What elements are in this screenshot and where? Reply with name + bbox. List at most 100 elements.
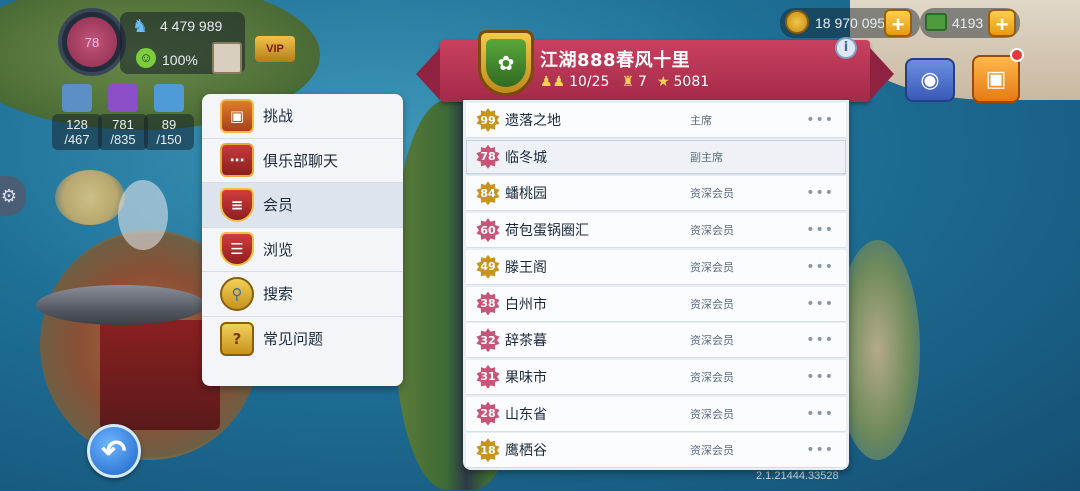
happiness-value: 100% [162, 52, 198, 68]
storage-max: /835 [110, 132, 136, 147]
more-options-icon[interactable]: ••• [806, 185, 834, 201]
rank-icon: ♜ [621, 74, 635, 90]
member-row[interactable]: 38 白州市 资深会员 ••• [466, 286, 846, 322]
members-count: 10/25 [569, 74, 610, 90]
member-name: 山东省 [505, 406, 547, 423]
add-cash-button[interactable]: + [988, 9, 1016, 37]
back-button[interactable]: ↶ [87, 424, 141, 478]
member-role: 资深会员 [690, 444, 734, 458]
member-row[interactable]: 28 山东省 资深会员 ••• [466, 396, 846, 432]
menu-item-label: 会员 [263, 196, 294, 215]
more-options-icon[interactable]: ••• [806, 369, 834, 385]
gear-icon: ⚙ [0, 186, 18, 206]
info-button[interactable]: i [835, 37, 857, 59]
menu-item-challenge[interactable]: ▣ 挑战 [202, 94, 403, 139]
vip-button[interactable]: VIP [255, 36, 295, 62]
menu-item-label: 搜索 [263, 285, 294, 304]
member-role: 资深会员 [690, 187, 734, 201]
storage-cloud[interactable]: 89/150 [144, 84, 194, 150]
member-row[interactable]: 49 滕王阁 资深会员 ••• [466, 249, 846, 285]
member-level-badge: 31 [476, 364, 500, 389]
search-icon: ⚲ [220, 276, 254, 311]
airship [36, 285, 206, 325]
browse-icon: ☰ [220, 232, 254, 267]
leaf-icon: ✿ [486, 39, 526, 87]
member-level-badge: 38 [476, 291, 500, 316]
coins-value: 18 970 095 [815, 15, 886, 31]
club-menu: ▣ 挑战 ⋯ 俱乐部聊天 ≡ 会员 ☰ 浏览 ⚲ 搜索 ? 常见问题 [202, 94, 403, 386]
more-options-icon[interactable]: ••• [806, 296, 834, 312]
notification-dot [1010, 48, 1024, 62]
level-indicator[interactable]: 78 [58, 8, 126, 76]
menu-item-browse[interactable]: ☰ 浏览 [202, 228, 403, 272]
member-row[interactable]: 84 蟠桃园 资深会员 ••• [466, 176, 846, 212]
member-row[interactable]: 31 果味市 资深会员 ••• [466, 359, 846, 395]
gamepad-icon: ◉ [920, 67, 940, 92]
member-row[interactable]: 99 遗落之地 主席 ••• [466, 103, 846, 138]
club-emblem: ✿ [478, 30, 534, 96]
coin-icon [785, 10, 809, 34]
member-level-badge: 60 [476, 218, 500, 243]
back-arrow-icon: ↶ [101, 434, 127, 468]
smoke [118, 180, 168, 250]
menu-item-faq[interactable]: ? 常见问题 [202, 317, 403, 362]
member-role: 资深会员 [690, 370, 734, 384]
storage-value: 781 [112, 117, 134, 132]
menu-item-search[interactable]: ⚲ 搜索 [202, 272, 403, 317]
cloud-storage-icon [154, 84, 184, 112]
member-level-badge: 28 [476, 401, 500, 426]
shop-bag-button[interactable]: ▣ [972, 55, 1020, 103]
cash-icon [925, 13, 947, 31]
member-row[interactable]: 60 荷包蛋锅圈汇 资深会员 ••• [466, 213, 846, 249]
more-options-icon[interactable]: ••• [806, 259, 834, 275]
gamepad-button[interactable]: ◉ [905, 58, 955, 102]
club-stats: ♟♟ 10/25 ♜ 7 ★ 5081 [540, 74, 709, 90]
storage-vault[interactable]: 781/835 [98, 84, 148, 150]
club-rank: 7 [638, 74, 647, 90]
population-value: 4 479 989 [160, 18, 223, 34]
level-badge: 78 [67, 17, 117, 67]
storage-value: 128 [66, 117, 88, 132]
points-icon: ★ [656, 74, 670, 90]
member-name: 临冬城 [505, 149, 547, 166]
member-level-badge: 84 [476, 181, 500, 206]
club-points: 5081 [673, 74, 710, 90]
member-row[interactable]: 78 临冬城 副主席 [466, 139, 846, 175]
member-name: 果味市 [505, 369, 547, 386]
member-level-badge: 32 [476, 328, 500, 353]
menu-item-label: 俱乐部聊天 [263, 151, 339, 170]
menu-item-label: 浏览 [263, 240, 294, 259]
happiness-icon: ☺ [136, 48, 156, 68]
chest-icon: ▣ [220, 98, 254, 133]
member-name: 辞茶暮 [505, 333, 547, 350]
member-role: 资深会员 [690, 334, 734, 348]
member-level-badge: 99 [476, 108, 500, 132]
member-role: 资深会员 [690, 224, 734, 238]
storage-barn[interactable]: 128/467 [52, 84, 102, 150]
storage-max: /467 [64, 132, 90, 147]
add-coins-button[interactable]: + [884, 9, 912, 37]
more-options-icon[interactable]: ••• [806, 442, 834, 458]
clipboard-icon[interactable] [212, 42, 242, 74]
storage-max: /150 [156, 132, 182, 147]
member-row[interactable]: 18 鹰栖谷 资深会员 ••• [466, 433, 846, 469]
member-name: 滕王阁 [505, 259, 547, 276]
more-options-icon[interactable]: ••• [806, 112, 834, 128]
member-list[interactable]: 99 遗落之地 主席 ••• 78 临冬城 副主席 84 蟠桃园 资深会员 ••• 60 荷包蛋锅圈汇资… [463, 100, 849, 470]
member-role: 资深会员 [690, 297, 734, 311]
storage-value: 89 [161, 117, 177, 132]
member-name: 鹰栖谷 [505, 443, 547, 460]
menu-item-label: 常见问题 [263, 330, 324, 349]
more-options-icon[interactable]: ••• [806, 222, 834, 238]
member-row[interactable]: 32 辞茶暮 资深会员 ••• [466, 323, 846, 359]
menu-item-club-chat[interactable]: ⋯ 俱乐部聊天 [202, 139, 403, 183]
more-options-icon[interactable]: ••• [806, 406, 834, 422]
member-name: 遗落之地 [505, 113, 561, 129]
chat-icon: ⋯ [220, 143, 254, 178]
faq-icon: ? [220, 321, 254, 356]
shopping-bag-icon: ▣ [985, 66, 1007, 91]
more-options-icon[interactable]: ••• [806, 332, 834, 348]
club-name: 江湖888春风十里 [540, 50, 691, 71]
menu-item-members[interactable]: ≡ 会员 [202, 183, 403, 228]
member-level-badge: 78 [476, 144, 500, 169]
